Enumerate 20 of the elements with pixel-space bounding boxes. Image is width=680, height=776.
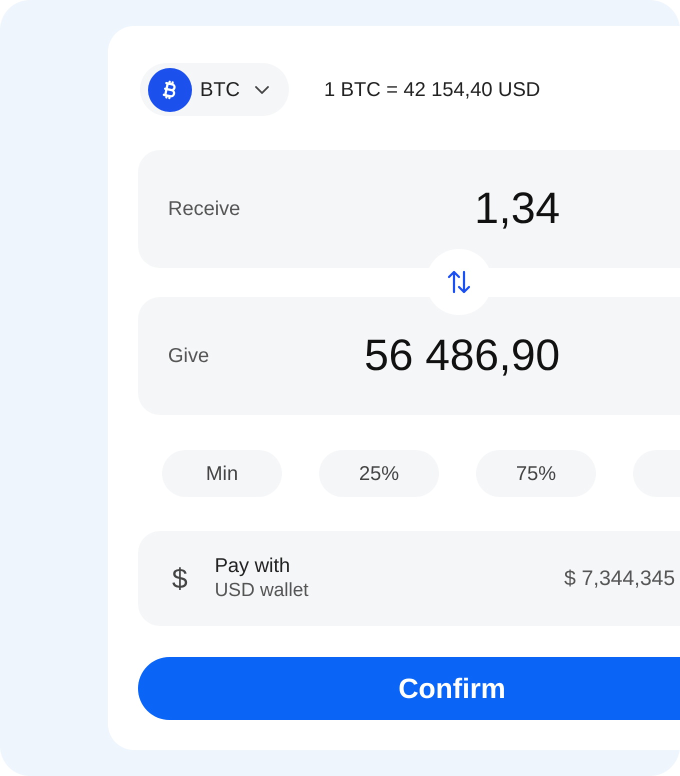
amount-input[interactable]: 1,34 [240, 176, 560, 242]
amount-field[interactable]: Receive 1,34 [138, 150, 680, 268]
coin-icon [148, 68, 192, 112]
confirm-button[interactable]: Confirm [138, 657, 680, 720]
payment-method-selector[interactable]: $ Pay with USD wallet $ 7,344,345 [138, 531, 680, 626]
coin-selector[interactable]: BTC [140, 63, 289, 116]
wallet-name: USD wallet [214, 579, 309, 604]
swap-arrows-icon [447, 270, 471, 294]
exchange-rate-text: 1 BTC = 42 154,40 USD [324, 78, 540, 102]
amount-preset-button[interactable]: Min [162, 450, 282, 497]
amount-field[interactable]: Give 56 486,90 [138, 297, 680, 415]
amount-preset-button[interactable]: 75% [476, 450, 596, 497]
chevron-down-icon [255, 86, 269, 94]
amount-input[interactable]: 56 486,90 [209, 323, 560, 389]
field-label: Receive [168, 197, 240, 222]
wallet-balance: $ 7,344,345 [564, 566, 675, 592]
pay-with-label: Pay with [214, 554, 292, 580]
field-label: Give [168, 344, 210, 369]
dollar-icon: $ [172, 564, 188, 592]
amount-preset-button[interactable]: 25% [319, 450, 439, 497]
